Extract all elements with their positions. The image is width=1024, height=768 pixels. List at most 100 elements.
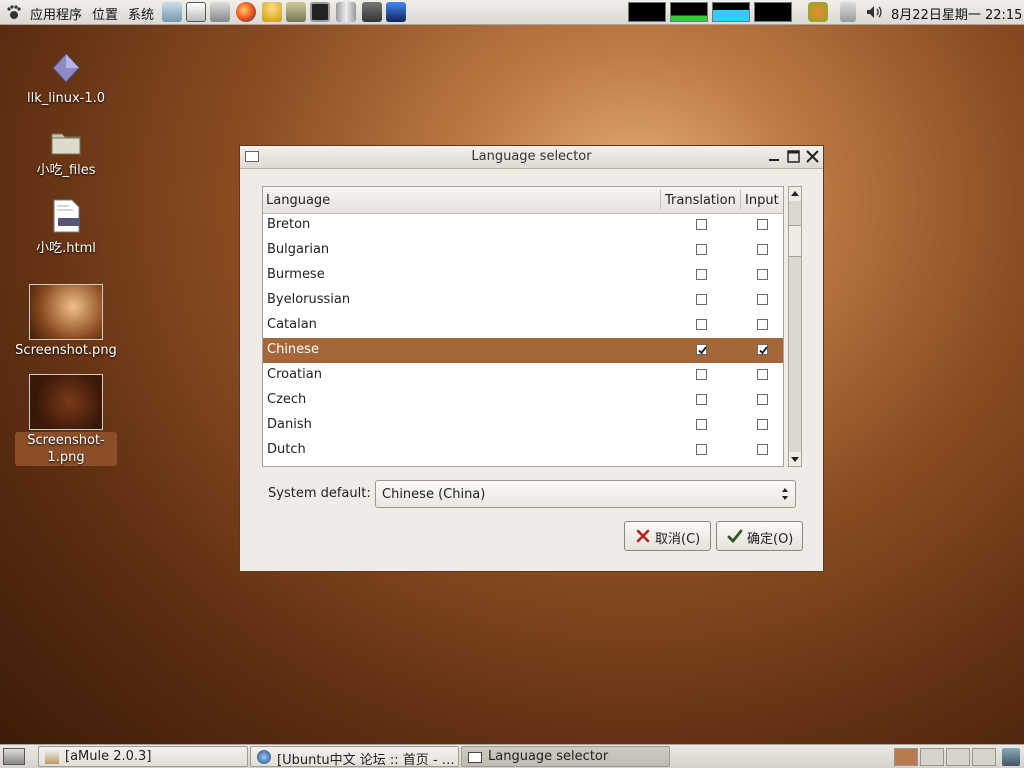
desktop-icon-screenshot[interactable]: Screenshot.png bbox=[14, 284, 118, 359]
menu-system[interactable]: 系统 bbox=[128, 4, 154, 23]
translation-checkbox[interactable] bbox=[696, 394, 707, 405]
input-checkbox[interactable] bbox=[757, 219, 768, 230]
table-row[interactable]: Croatian bbox=[263, 363, 783, 388]
translation-checkbox[interactable] bbox=[696, 344, 707, 355]
minimize-icon[interactable] bbox=[767, 149, 782, 164]
window-icon bbox=[468, 752, 482, 763]
table-row[interactable]: Byelorussian bbox=[263, 288, 783, 313]
bird-icon[interactable] bbox=[386, 2, 406, 22]
table-row[interactable]: Czech bbox=[263, 388, 783, 413]
network-monitor bbox=[712, 2, 750, 22]
desktop-icon-screenshot-1[interactable]: Screenshot-1.png bbox=[14, 374, 118, 466]
column-header-language[interactable]: Language bbox=[266, 193, 330, 208]
task-label: Language selector bbox=[488, 749, 609, 764]
ok-button[interactable]: 确定(O) bbox=[716, 521, 803, 551]
camera-icon[interactable] bbox=[362, 2, 382, 22]
scroll-down-icon[interactable] bbox=[789, 452, 801, 466]
language-name: Burmese bbox=[267, 267, 325, 282]
translation-checkbox[interactable] bbox=[696, 419, 707, 430]
language-name: Dutch bbox=[267, 442, 306, 457]
translation-checkbox[interactable] bbox=[696, 219, 707, 230]
language-name: Czech bbox=[267, 392, 307, 407]
cancel-button[interactable]: 取消(C) bbox=[624, 521, 711, 551]
text-editor-icon[interactable] bbox=[186, 2, 206, 22]
clock[interactable]: 8月22日星期一 22:15 bbox=[891, 4, 1022, 23]
input-checkbox[interactable] bbox=[757, 319, 768, 330]
terminal-icon[interactable] bbox=[310, 2, 330, 22]
table-scrollbar[interactable] bbox=[788, 186, 802, 467]
column-header-translation[interactable]: Translation bbox=[665, 193, 736, 208]
firefox-icon[interactable] bbox=[236, 2, 256, 22]
language-name: Catalan bbox=[267, 317, 317, 332]
input-checkbox[interactable] bbox=[757, 269, 768, 280]
desktop-icon-html[interactable]: 小吃.html bbox=[14, 198, 118, 257]
translation-checkbox[interactable] bbox=[696, 294, 707, 305]
printer-icon[interactable] bbox=[840, 2, 856, 22]
network-icon[interactable] bbox=[336, 2, 356, 22]
ok-icon bbox=[727, 529, 743, 544]
translation-checkbox[interactable] bbox=[696, 319, 707, 330]
folder-icon bbox=[51, 133, 81, 155]
ubuntu-foot-icon[interactable] bbox=[6, 4, 22, 20]
desktop-icon-label: Screenshot-1.png bbox=[15, 432, 117, 466]
task-label: [aMule 2.0.3] bbox=[65, 749, 152, 764]
translation-checkbox[interactable] bbox=[696, 244, 707, 255]
language-name: Byelorussian bbox=[267, 292, 351, 307]
desktop-icon-folder[interactable]: 小吃_files bbox=[14, 128, 118, 179]
input-checkbox[interactable] bbox=[757, 294, 768, 305]
volume-icon[interactable] bbox=[864, 2, 884, 22]
show-desktop-icon[interactable] bbox=[3, 748, 25, 765]
amule-icon bbox=[45, 750, 59, 764]
table-row[interactable]: Chinese bbox=[263, 338, 783, 363]
table-row[interactable]: Dutch bbox=[263, 438, 783, 463]
menu-places[interactable]: 位置 bbox=[92, 4, 118, 23]
input-checkbox[interactable] bbox=[757, 244, 768, 255]
table-row[interactable]: Burmese bbox=[263, 263, 783, 288]
workspace-1[interactable] bbox=[894, 748, 918, 766]
table-row[interactable]: Breton bbox=[263, 213, 783, 238]
table-row[interactable]: Bulgarian bbox=[263, 238, 783, 263]
scroll-up-icon[interactable] bbox=[789, 187, 801, 201]
desktop-icon-llk[interactable]: llk_linux-1.0 bbox=[14, 52, 118, 107]
notes-icon[interactable] bbox=[286, 2, 306, 22]
menu-applications[interactable]: 应用程序 bbox=[30, 4, 82, 23]
panel-icon[interactable] bbox=[210, 2, 230, 22]
system-default-label: System default: bbox=[268, 486, 371, 501]
maximize-icon[interactable] bbox=[786, 149, 801, 164]
input-checkbox[interactable] bbox=[757, 369, 768, 380]
workspace-3[interactable] bbox=[946, 748, 970, 766]
gaim-icon[interactable] bbox=[262, 2, 282, 22]
system-default-value: Chinese (China) bbox=[382, 487, 486, 502]
system-default-select[interactable]: Chinese (China) bbox=[375, 480, 796, 508]
translation-checkbox[interactable] bbox=[696, 269, 707, 280]
input-checkbox[interactable] bbox=[757, 444, 768, 455]
dialog-titlebar[interactable]: Language selector bbox=[240, 146, 823, 169]
language-table[interactable]: Language Translation Input Breton Bulgari… bbox=[262, 186, 784, 467]
input-checkbox[interactable] bbox=[757, 344, 768, 355]
cancel-icon bbox=[636, 529, 650, 543]
cancel-label: 取消(C) bbox=[655, 532, 701, 547]
column-header-input[interactable]: Input bbox=[745, 193, 779, 208]
dialog-title: Language selector bbox=[471, 149, 592, 164]
desktop-icon-label: 小吃.html bbox=[36, 241, 96, 256]
close-icon[interactable] bbox=[805, 149, 820, 164]
table-row[interactable]: Danish bbox=[263, 413, 783, 438]
trash-icon[interactable] bbox=[1002, 748, 1020, 766]
language-name: Chinese bbox=[267, 342, 319, 357]
translation-checkbox[interactable] bbox=[696, 444, 707, 455]
input-checkbox[interactable] bbox=[757, 419, 768, 430]
input-checkbox[interactable] bbox=[757, 394, 768, 405]
task-browser[interactable]: [Ubuntu中文 论坛 :: 首页 - … bbox=[250, 746, 459, 767]
scroll-thumb[interactable] bbox=[789, 225, 801, 257]
translation-checkbox[interactable] bbox=[696, 369, 707, 380]
workspace-4[interactable] bbox=[972, 748, 996, 766]
mail-icon[interactable] bbox=[162, 2, 182, 22]
workspace-2[interactable] bbox=[920, 748, 944, 766]
bottom-panel: [aMule 2.0.3] [Ubuntu中文 论坛 :: 首页 - … Lan… bbox=[0, 744, 1024, 768]
task-amule[interactable]: [aMule 2.0.3] bbox=[38, 746, 248, 767]
diamond-icon bbox=[52, 53, 80, 83]
task-language-selector[interactable]: Language selector bbox=[461, 746, 670, 767]
update-notifier-icon[interactable] bbox=[808, 2, 828, 22]
globe-icon bbox=[257, 750, 271, 764]
table-row[interactable]: Catalan bbox=[263, 313, 783, 338]
